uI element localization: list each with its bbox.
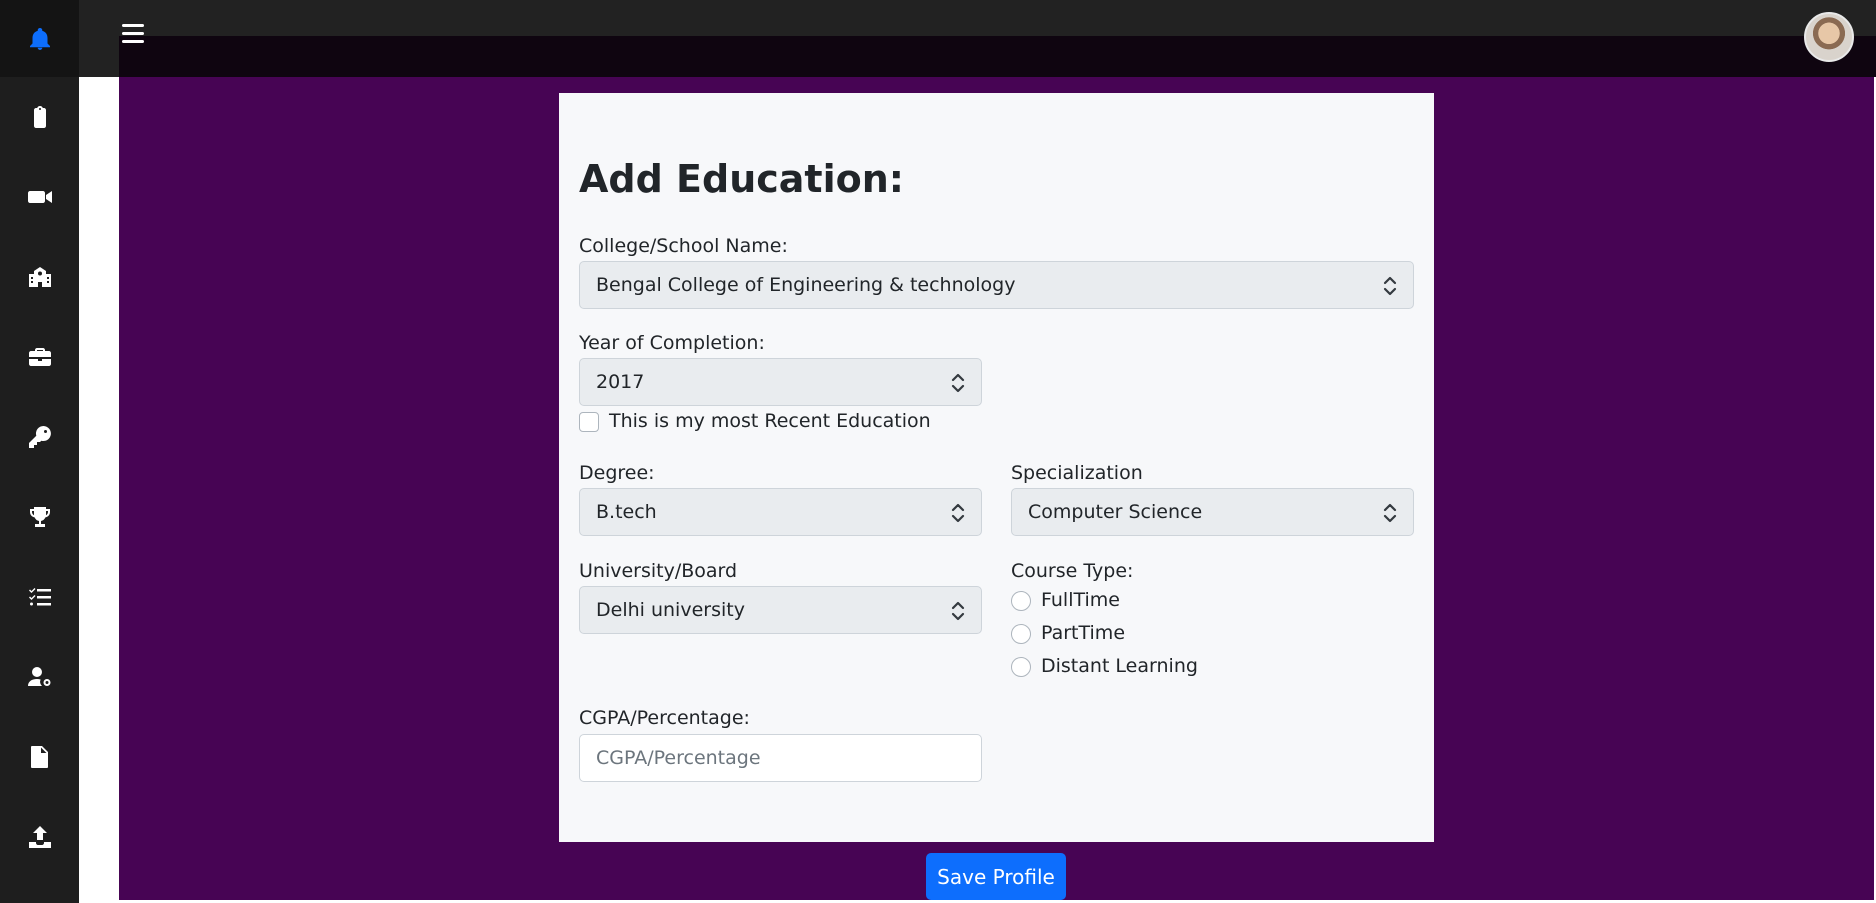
- hamburger-icon-bar: [122, 39, 144, 43]
- cgpa-label: CGPA/Percentage:: [579, 707, 750, 729]
- sidebar-item-school[interactable]: [0, 237, 79, 317]
- year-select-value: 2017: [596, 371, 645, 393]
- topbar-strip: [119, 36, 1876, 77]
- top-navbar: [79, 0, 1876, 77]
- sidebar-item-tasks[interactable]: [0, 557, 79, 637]
- year-label: Year of Completion:: [579, 332, 765, 354]
- save-profile-button[interactable]: Save Profile: [926, 853, 1066, 900]
- main-content: Add Education: College/School Name: Beng…: [119, 77, 1874, 900]
- clipboard-icon: [33, 106, 46, 128]
- hamburger-icon: [122, 23, 144, 27]
- school-icon: [28, 267, 51, 287]
- sidebar-item-documents[interactable]: [0, 717, 79, 797]
- university-select[interactable]: Delhi university: [579, 586, 982, 634]
- menu-toggle-button[interactable]: [122, 20, 150, 46]
- degree-label: Degree:: [579, 462, 655, 484]
- recent-education-checkbox[interactable]: [579, 412, 599, 432]
- avatar[interactable]: [1804, 12, 1854, 62]
- specialization-select[interactable]: Computer Science: [1011, 488, 1414, 536]
- sidebar-item-video[interactable]: [0, 157, 79, 237]
- recent-education-label: This is my most Recent Education: [609, 410, 931, 432]
- notifications-button[interactable]: [0, 0, 79, 77]
- college-select[interactable]: Bengal College of Engineering & technolo…: [579, 261, 1414, 309]
- course-type-radio-distant[interactable]: [1011, 657, 1031, 677]
- college-select-value: Bengal College of Engineering & technolo…: [596, 274, 1016, 296]
- key-icon: [28, 425, 51, 448]
- select-arrows-icon: [951, 503, 965, 523]
- specialization-select-value: Computer Science: [1028, 501, 1203, 523]
- degree-select-value: B.tech: [596, 501, 657, 523]
- college-label: College/School Name:: [579, 235, 788, 257]
- course-type-radio-parttime[interactable]: [1011, 624, 1031, 644]
- select-arrows-icon: [951, 373, 965, 393]
- document-icon: [30, 746, 48, 768]
- year-select[interactable]: 2017: [579, 358, 982, 406]
- briefcase-icon: [28, 348, 51, 366]
- sidebar-item-upload[interactable]: [0, 797, 79, 877]
- course-type-label: Course Type:: [1011, 560, 1134, 582]
- video-camera-icon: [27, 191, 52, 203]
- sidebar-item-achievements[interactable]: [0, 477, 79, 557]
- degree-select[interactable]: B.tech: [579, 488, 982, 536]
- sidebar-item-profile[interactable]: [0, 637, 79, 717]
- specialization-label: Specialization: [1011, 462, 1143, 484]
- university-label: University/Board: [579, 560, 738, 582]
- cgpa-input[interactable]: [579, 734, 982, 782]
- university-select-value: Delhi university: [596, 599, 745, 621]
- education-form-card: Add Education: College/School Name: Beng…: [559, 93, 1434, 842]
- select-arrows-icon: [951, 601, 965, 621]
- trophy-icon: [29, 507, 50, 527]
- upload-icon: [28, 826, 51, 848]
- sidebar-item-jobs[interactable]: [0, 317, 79, 397]
- sidebar-item-password[interactable]: [0, 397, 79, 477]
- sidebar: [0, 0, 79, 903]
- select-arrows-icon: [1383, 276, 1397, 296]
- user-settings-icon: [27, 667, 50, 686]
- select-arrows-icon: [1383, 503, 1397, 523]
- page-title: Add Education:: [579, 157, 904, 201]
- sidebar-item-clipboard[interactable]: [0, 77, 79, 157]
- course-type-radio-fulltime[interactable]: [1011, 591, 1031, 611]
- course-type-option-label: Distant Learning: [1041, 655, 1198, 677]
- course-type-option-label: PartTime: [1041, 622, 1126, 644]
- course-type-option-label: FullTime: [1041, 589, 1120, 611]
- tasks-list-icon: [28, 588, 51, 606]
- bell-icon: [29, 27, 50, 50]
- hamburger-icon-bar: [122, 31, 144, 35]
